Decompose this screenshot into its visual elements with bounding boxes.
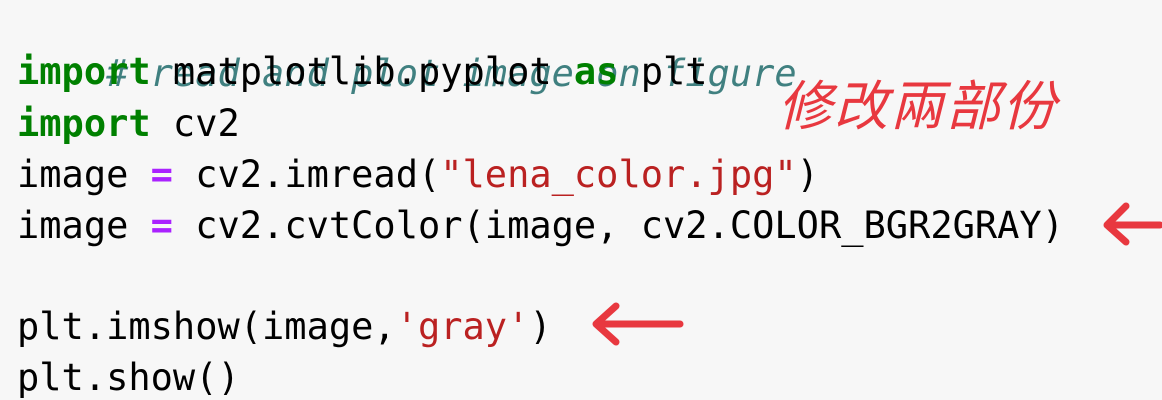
red-arrow-icon [592,302,684,346]
code-text: image [17,204,151,247]
code-line-imshow: plt.imshow(image,'gray') [17,301,552,353]
red-arrow-icon [1103,202,1162,246]
keyword-import: import [17,102,151,145]
code-text: cv2.imread( [172,153,441,196]
code-text: cv2 [150,102,240,145]
code-line-import-matplotlib: import matplotlib.pyplot as plt [17,46,708,98]
operator-assign: = [150,204,173,247]
code-text: cv2.cvtColor(image, cv2.COLOR_BGR2GRAY) [172,204,1064,247]
keyword-as: as [573,50,619,93]
operator-assign: = [150,153,173,196]
code-text: image [17,153,151,196]
code-editor: # read and plot image on figure import m… [0,0,1162,400]
code-text: plt [618,50,708,93]
code-text: plt.imshow(image, [17,305,396,348]
code-line-comment: # read and plot image on figure [17,0,797,95]
handwritten-note: 修改兩部份 [778,75,1058,138]
code-text: plt.show() [17,356,240,399]
keyword-import: import [17,50,151,93]
string-literal: "lena_color.jpg" [440,153,797,196]
code-text: ) [529,305,552,348]
code-line-cvtcolor: image = cv2.cvtColor(image, cv2.COLOR_BG… [17,200,1064,252]
string-literal: 'gray' [395,305,530,348]
code-line-import-cv2: import cv2 [17,98,240,150]
code-line-show: plt.show() [17,352,240,400]
code-line-imread: image = cv2.imread("lena_color.jpg") [17,149,819,201]
code-text: ) [796,153,819,196]
code-text: matplotlib.pyplot [150,50,574,93]
